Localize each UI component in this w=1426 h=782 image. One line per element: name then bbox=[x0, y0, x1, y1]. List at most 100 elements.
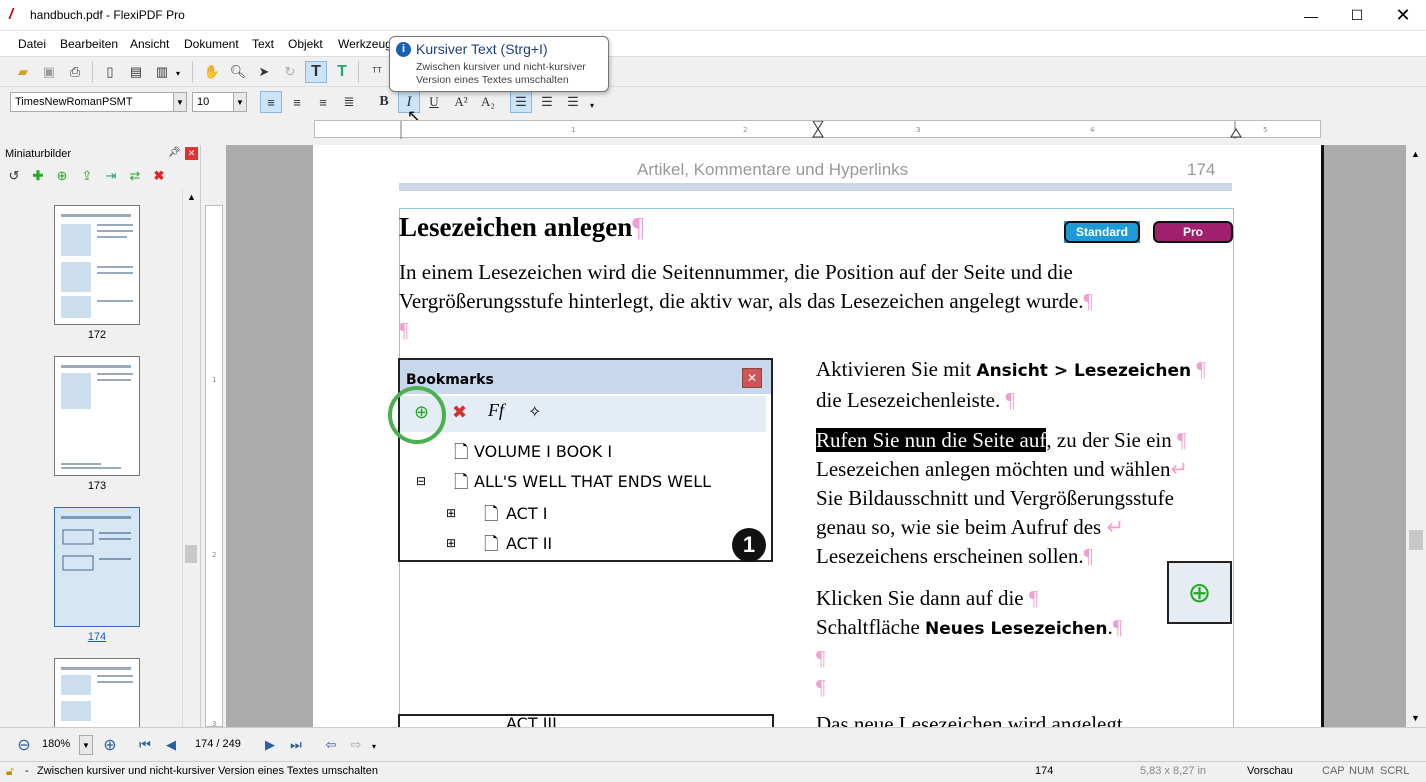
text-frame-icon[interactable]: T bbox=[331, 61, 353, 83]
svg-text:2: 2 bbox=[212, 551, 216, 559]
zoom-out-icon[interactable]: ⊖ bbox=[13, 734, 35, 756]
line-spacing-1-icon[interactable]: ☰ bbox=[510, 91, 532, 113]
previous-page-icon[interactable]: ◀ bbox=[160, 734, 182, 756]
page-icon: 🗋︎ bbox=[454, 472, 469, 492]
page-icon: 🗋︎ bbox=[484, 534, 499, 554]
delete-page-icon[interactable]: ✖ bbox=[150, 167, 168, 185]
thumbnail-page-172[interactable] bbox=[54, 205, 140, 325]
align-center-icon[interactable]: ≡ bbox=[286, 91, 308, 113]
menu-objekt[interactable]: Objekt bbox=[288, 37, 323, 51]
page-icon: 🗋︎ bbox=[454, 442, 469, 462]
font-size-select[interactable]: 10 bbox=[192, 92, 234, 112]
thumbnail-page-175[interactable] bbox=[54, 658, 140, 727]
menu-datei[interactable]: Datei bbox=[18, 37, 46, 51]
menu-bearbeiten[interactable]: Bearbeiten bbox=[60, 37, 118, 51]
thumbnail-label-selected: 174 bbox=[87, 631, 107, 643]
window-title: handbuch.pdf - FlexiPDF Pro bbox=[30, 8, 185, 22]
new-bookmark-icon: ⊕ bbox=[1167, 561, 1232, 624]
bookmark-item: ACT I bbox=[506, 504, 548, 523]
step-number-badge: 1 bbox=[732, 528, 766, 562]
pdf-page[interactable]: Artikel, Kommentare und Hyperlinks 174 L… bbox=[313, 145, 1321, 727]
rotate-icon[interactable]: ↻ bbox=[279, 61, 301, 83]
back-icon[interactable]: ⇦ bbox=[320, 734, 342, 756]
paragraph-call-page[interactable]: Rufen Sie nun die Seite auf, zu der Sie … bbox=[816, 426, 1240, 571]
export-page-icon[interactable]: ⇥ bbox=[102, 167, 120, 185]
thumbnail-panel: Miniaturbilder 📌︎ ✕ ↺ ✚ ⊕ ⇪ ⇥ ⇄ ✖ 172 17… bbox=[0, 145, 201, 727]
status-bar: 🔓︎ - Zwischen kursiver und nicht-kursive… bbox=[0, 761, 1426, 782]
chevron-down-icon[interactable]: ▼ bbox=[79, 735, 93, 755]
svg-text:5: 5 bbox=[1263, 126, 1267, 134]
scroll-up-icon[interactable]: ▲ bbox=[1411, 149, 1420, 159]
menu-dokument[interactable]: Dokument bbox=[184, 37, 239, 51]
hand-tool-icon[interactable]: ✋ bbox=[201, 61, 223, 83]
selected-text[interactable]: Rufen Sie nun die Seite auf bbox=[816, 428, 1047, 452]
paragraph-activate[interactable]: Aktivieren Sie mit Ansicht > Lesezeichen… bbox=[816, 355, 1236, 415]
align-justify-icon[interactable]: ≣ bbox=[338, 91, 360, 113]
lower-screenshot: ACT III bbox=[398, 714, 774, 727]
tooltip-body: Zwischen kursiver und nicht-kursiver Ver… bbox=[416, 61, 586, 86]
rotate-page-icon[interactable]: ↺ bbox=[5, 167, 23, 185]
save-icon[interactable]: ▣ bbox=[38, 61, 60, 83]
chevron-down-icon[interactable]: ▼ bbox=[173, 92, 187, 112]
chevron-down-icon[interactable]: ▼ bbox=[233, 92, 247, 112]
chevron-down-icon[interactable]: ▾ bbox=[372, 742, 376, 751]
vertical-ruler[interactable]: 123 bbox=[205, 205, 223, 728]
insert-page-icon[interactable]: ⊕ bbox=[53, 167, 71, 185]
forward-icon[interactable]: ⇨ bbox=[345, 734, 367, 756]
chevron-down-icon[interactable]: ▾ bbox=[176, 69, 180, 78]
document-scrollbar[interactable]: ▲ ▼ bbox=[1406, 145, 1426, 727]
expand-icon: ⊞ bbox=[446, 536, 457, 550]
scroll-thumb[interactable] bbox=[1409, 530, 1423, 550]
zoom-in-icon[interactable]: ⊕ bbox=[99, 734, 121, 756]
font-family-select[interactable]: TimesNewRomanPSMT bbox=[10, 92, 174, 112]
zoom-level[interactable]: 180% bbox=[42, 738, 70, 750]
extract-page-icon[interactable]: ⇪ bbox=[78, 167, 96, 185]
bold-icon[interactable]: B bbox=[373, 91, 395, 113]
minimize-button[interactable]: — bbox=[1288, 0, 1334, 31]
thumbnail-page-173[interactable] bbox=[54, 356, 140, 476]
text-insert-icon[interactable]: ᵀᵀ bbox=[366, 61, 388, 83]
paragraph-click[interactable]: Klicken Sie dann auf die ¶ Schaltfläche N… bbox=[816, 584, 1176, 702]
paragraph-new-bookmark[interactable]: Das neue Lesezeichen wird angelegt bbox=[816, 710, 1236, 727]
text-tool-icon[interactable]: T bbox=[305, 61, 327, 83]
page-heading[interactable]: Lesezeichen anlegen¶ bbox=[399, 212, 644, 243]
first-page-icon[interactable]: ⏮ bbox=[134, 734, 156, 756]
page-icon[interactable]: ▯ bbox=[99, 61, 121, 83]
page-indicator[interactable]: 174 / 249 bbox=[195, 738, 241, 750]
line-spacing-2-icon[interactable]: ☰ bbox=[536, 91, 558, 113]
close-panel-icon[interactable]: ✕ bbox=[185, 147, 198, 160]
align-left-icon[interactable]: ≡ bbox=[260, 91, 282, 113]
subscript-icon[interactable]: A₂ bbox=[477, 91, 499, 113]
underline-icon[interactable]: U bbox=[423, 91, 445, 113]
thumbnail-scrollbar[interactable]: ▲ bbox=[182, 190, 199, 727]
last-page-icon[interactable]: ⏭ bbox=[285, 734, 307, 756]
align-right-icon[interactable]: ≡ bbox=[312, 91, 334, 113]
page-layout-icon[interactable]: ▤ bbox=[125, 61, 147, 83]
add-page-icon[interactable]: ✚ bbox=[29, 167, 47, 185]
thumbnail-label: 173 bbox=[87, 480, 107, 492]
menu-werkzeug[interactable]: Werkzeug bbox=[338, 37, 392, 51]
zoom-tool-icon[interactable]: 🔍︎ bbox=[227, 61, 249, 83]
line-spacing-3-icon[interactable]: ☰ bbox=[562, 91, 584, 113]
maximize-button[interactable]: ☐ bbox=[1334, 0, 1380, 31]
thumbnail-page-174[interactable] bbox=[54, 507, 140, 627]
next-page-icon[interactable]: ▶ bbox=[259, 734, 281, 756]
replace-page-icon[interactable]: ⇄ bbox=[126, 167, 144, 185]
page-layout-2-icon[interactable]: ▥ bbox=[151, 61, 173, 83]
menu-text[interactable]: Text bbox=[252, 37, 274, 51]
print-icon[interactable]: ⎙ bbox=[64, 61, 86, 83]
pin-icon[interactable]: 📌︎ bbox=[168, 147, 181, 158]
open-icon[interactable]: ▰ bbox=[12, 61, 34, 83]
delete-bookmark-icon: ✖ bbox=[452, 402, 468, 422]
select-arrow-icon[interactable]: ➤ bbox=[253, 61, 275, 83]
menu-ansicht[interactable]: Ansicht bbox=[130, 37, 169, 51]
horizontal-ruler[interactable]: 1 2 3 4 5 bbox=[314, 120, 1321, 139]
superscript-icon[interactable]: A² bbox=[450, 91, 472, 113]
chevron-down-icon[interactable]: ▾ bbox=[590, 101, 594, 110]
page-shadow bbox=[1321, 145, 1324, 727]
scroll-down-icon[interactable]: ▼ bbox=[1411, 713, 1420, 723]
scroll-thumb[interactable] bbox=[185, 545, 197, 563]
close-window-button[interactable]: ✕ bbox=[1380, 0, 1426, 31]
scroll-up-icon[interactable]: ▲ bbox=[187, 192, 196, 202]
intro-paragraph[interactable]: In einem Lesezeichen wird die Seitennumm… bbox=[399, 258, 1229, 345]
